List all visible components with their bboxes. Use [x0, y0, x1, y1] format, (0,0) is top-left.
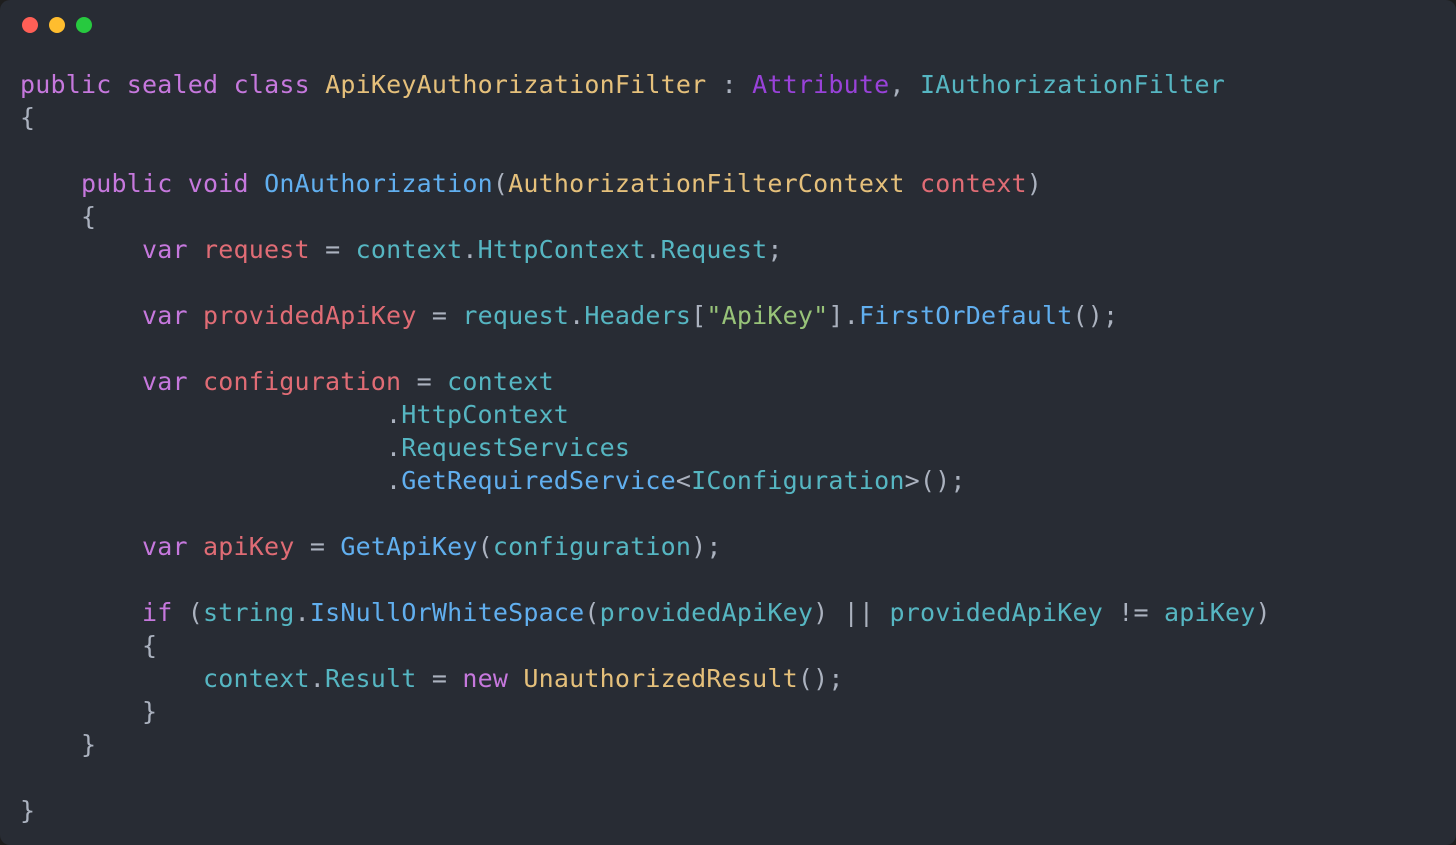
brace-open: { [81, 202, 96, 231]
paren-open: ( [493, 169, 508, 198]
method-call: FirstOrDefault [859, 301, 1073, 330]
identifier: providedApiKey [889, 598, 1103, 627]
argument: providedApiKey [600, 598, 814, 627]
code-content: public sealed class ApiKeyAuthorizationF… [0, 50, 1456, 845]
type-name: UnauthorizedResult [523, 664, 798, 693]
keyword-void: void [188, 169, 249, 198]
close-icon[interactable] [22, 17, 38, 33]
maximize-icon[interactable] [76, 17, 92, 33]
dot: . [310, 664, 325, 693]
brace-close: } [81, 730, 96, 759]
paren-open: ( [173, 598, 204, 627]
dot: . [645, 235, 660, 264]
identifier: request [462, 301, 569, 330]
identifier: context [356, 235, 463, 264]
keyword-public: public [81, 169, 173, 198]
property: HttpContext [401, 400, 569, 429]
method-name: OnAuthorization [264, 169, 493, 198]
comma: , [889, 70, 920, 99]
property: HttpContext [478, 235, 646, 264]
paren-close: ) [1027, 169, 1042, 198]
bracket-close: ] [828, 301, 843, 330]
brace-close: } [142, 697, 157, 726]
bracket-open: [ [691, 301, 706, 330]
keyword-var: var [142, 235, 188, 264]
assign: = [310, 235, 356, 264]
dot: . [569, 301, 584, 330]
colon: : [706, 70, 752, 99]
dot: . [386, 433, 401, 462]
identifier: context [203, 664, 310, 693]
keyword-sealed: sealed [127, 70, 219, 99]
dot: . [462, 235, 477, 264]
param-type: AuthorizationFilterContext [508, 169, 905, 198]
keyword-new: new [462, 664, 508, 693]
variable: providedApiKey [203, 301, 417, 330]
property: Headers [584, 301, 691, 330]
property: RequestServices [401, 433, 630, 462]
angle-close: > [905, 466, 920, 495]
class-name: ApiKeyAuthorizationFilter [325, 70, 706, 99]
identifier: string [203, 598, 295, 627]
property: Request [661, 235, 768, 264]
call-parens: (); [1072, 301, 1118, 330]
assign: = [295, 532, 341, 561]
argument: configuration [493, 532, 691, 561]
interface-name: IAuthorizationFilter [920, 70, 1225, 99]
call-parens: (); [798, 664, 844, 693]
paren-close: ) [1256, 598, 1271, 627]
call-parens: (); [920, 466, 966, 495]
param-name: context [920, 169, 1027, 198]
keyword-public: public [20, 70, 112, 99]
titlebar [0, 0, 1456, 50]
code-window: public sealed class ApiKeyAuthorizationF… [0, 0, 1456, 845]
paren-open: ( [478, 532, 493, 561]
method-call: IsNullOrWhiteSpace [310, 598, 585, 627]
method-call: GetRequiredService [401, 466, 676, 495]
dot: . [844, 301, 859, 330]
property: Result [325, 664, 417, 693]
keyword-var: var [142, 301, 188, 330]
paren-close: ) [813, 598, 828, 627]
minimize-icon[interactable] [49, 17, 65, 33]
brace-open: { [20, 103, 35, 132]
identifier: context [447, 367, 554, 396]
keyword-class: class [234, 70, 310, 99]
paren-open: ( [584, 598, 599, 627]
assign: = [417, 301, 463, 330]
paren-close: ); [691, 532, 722, 561]
dot: . [386, 466, 401, 495]
identifier: apiKey [1164, 598, 1256, 627]
generic-type: IConfiguration [691, 466, 905, 495]
angle-open: < [676, 466, 691, 495]
base-type: Attribute [752, 70, 889, 99]
keyword-var: var [142, 532, 188, 561]
operator-or: || [828, 598, 889, 627]
keyword-if: if [142, 598, 173, 627]
keyword-var: var [142, 367, 188, 396]
brace-close: } [20, 796, 35, 825]
assign: = [417, 664, 463, 693]
variable: apiKey [203, 532, 295, 561]
dot: . [386, 400, 401, 429]
semicolon: ; [767, 235, 782, 264]
assign: = [401, 367, 447, 396]
dot: . [295, 598, 310, 627]
brace-open: { [142, 631, 157, 660]
variable: configuration [203, 367, 401, 396]
operator-neq: != [1103, 598, 1164, 627]
string-literal: "ApiKey" [706, 301, 828, 330]
method-call: GetApiKey [340, 532, 477, 561]
variable: request [203, 235, 310, 264]
